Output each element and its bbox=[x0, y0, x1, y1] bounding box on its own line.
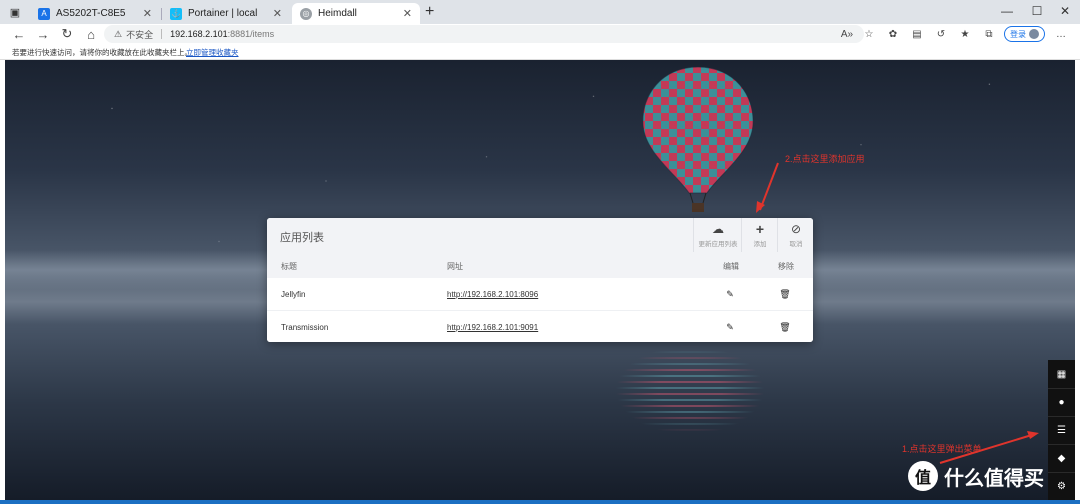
watermark: 值 什么值得买 bbox=[908, 461, 1044, 491]
heimdall-favicon-icon: ◎ bbox=[300, 7, 312, 20]
taskbar-edge bbox=[0, 500, 1080, 504]
close-tab-icon[interactable]: ✕ bbox=[273, 7, 282, 20]
close-tab-icon[interactable]: ✕ bbox=[143, 7, 152, 20]
tab-heimdall[interactable]: ◎ Heimdall ✕ bbox=[292, 3, 420, 24]
url-path: :8881/items bbox=[227, 29, 275, 39]
refresh-icon[interactable]: ↻ bbox=[58, 25, 76, 43]
tab-title: Heimdall bbox=[318, 8, 357, 19]
address-divider bbox=[161, 29, 163, 39]
avatar-icon bbox=[1029, 29, 1039, 39]
refresh-extension-icon[interactable]: ↺ bbox=[934, 27, 948, 41]
url-host: 192.168.2.101 bbox=[170, 29, 228, 39]
menu-hint-arrowhead bbox=[1027, 431, 1039, 439]
close-window-button[interactable]: ✕ bbox=[1050, 2, 1080, 20]
maximize-button[interactable]: ☐ bbox=[1022, 2, 1052, 20]
read-aloud-icon[interactable]: A» bbox=[840, 27, 854, 41]
bookmarks-tip: 若要进行快速访问，请将你的收藏放在此收藏夹栏上。 bbox=[12, 48, 192, 57]
new-tab-button[interactable]: + bbox=[425, 3, 434, 21]
favorite-star-icon[interactable]: ☆ bbox=[862, 27, 876, 41]
navigation-bar: ← → ↻ ⌂ ⚠ 不安全 192.168.2.101:8881/items A… bbox=[0, 24, 1080, 44]
add-hint-arrow bbox=[759, 162, 779, 211]
favorites-icon[interactable]: ★ bbox=[958, 27, 972, 41]
split-screen-icon[interactable]: ▤ bbox=[910, 27, 924, 41]
asustor-favicon-icon: A bbox=[38, 7, 50, 20]
watermark-logo-icon: 值 bbox=[908, 461, 938, 491]
login-button[interactable]: 登录 bbox=[1004, 26, 1045, 42]
security-label[interactable]: 不安全 bbox=[126, 28, 153, 41]
add-hint-annotation: 2.点击这里添加应用 bbox=[785, 154, 865, 164]
portainer-favicon-icon: ⚓ bbox=[170, 7, 182, 20]
home-icon[interactable]: ⌂ bbox=[82, 25, 100, 43]
back-arrow-icon[interactable]: ← bbox=[10, 25, 28, 43]
bookmarks-bar: 若要进行快速访问，请将你的收藏放在此收藏夹栏上。 立即管理收藏夹 bbox=[0, 44, 1080, 60]
forward-arrow-icon[interactable]: → bbox=[34, 25, 52, 43]
address-bar[interactable]: ⚠ 不安全 192.168.2.101:8881/items bbox=[104, 25, 864, 43]
window-menu-icon[interactable]: ▣ bbox=[8, 5, 22, 19]
tab-portainer[interactable]: ⚓ Portainer | local ✕ bbox=[162, 3, 290, 24]
manage-favorites-link[interactable]: 立即管理收藏夹 bbox=[186, 47, 239, 58]
extension-icon[interactable]: ✿ bbox=[886, 27, 900, 41]
collections-icon[interactable]: ⧉ bbox=[982, 27, 996, 41]
heimdall-page: 应用列表 ☁ 更新应用列表 + 添加 ⊘ 取消 标题 网址 编辑 移除 Jell… bbox=[5, 60, 1075, 500]
menu-hint-annotation: 1.点击这里弹出菜单 bbox=[902, 444, 982, 454]
annotation-arrows bbox=[756, 162, 1039, 464]
minimize-button[interactable]: — bbox=[992, 2, 1022, 20]
watermark-text: 什么值得买 bbox=[944, 467, 1044, 490]
tab-as5202t[interactable]: A AS5202T-C8E5 ✕ bbox=[30, 3, 160, 24]
close-tab-icon[interactable]: ✕ bbox=[403, 7, 412, 20]
login-label: 登录 bbox=[1010, 29, 1026, 39]
tab-bar: ▣ A AS5202T-C8E5 ✕ ⚓ Portainer | local ✕… bbox=[0, 0, 1080, 24]
tab-title: Portainer | local bbox=[188, 8, 258, 19]
tab-title: AS5202T-C8E5 bbox=[56, 8, 126, 19]
more-options-icon[interactable]: … bbox=[1054, 27, 1068, 41]
warning-icon[interactable]: ⚠ bbox=[114, 29, 122, 40]
